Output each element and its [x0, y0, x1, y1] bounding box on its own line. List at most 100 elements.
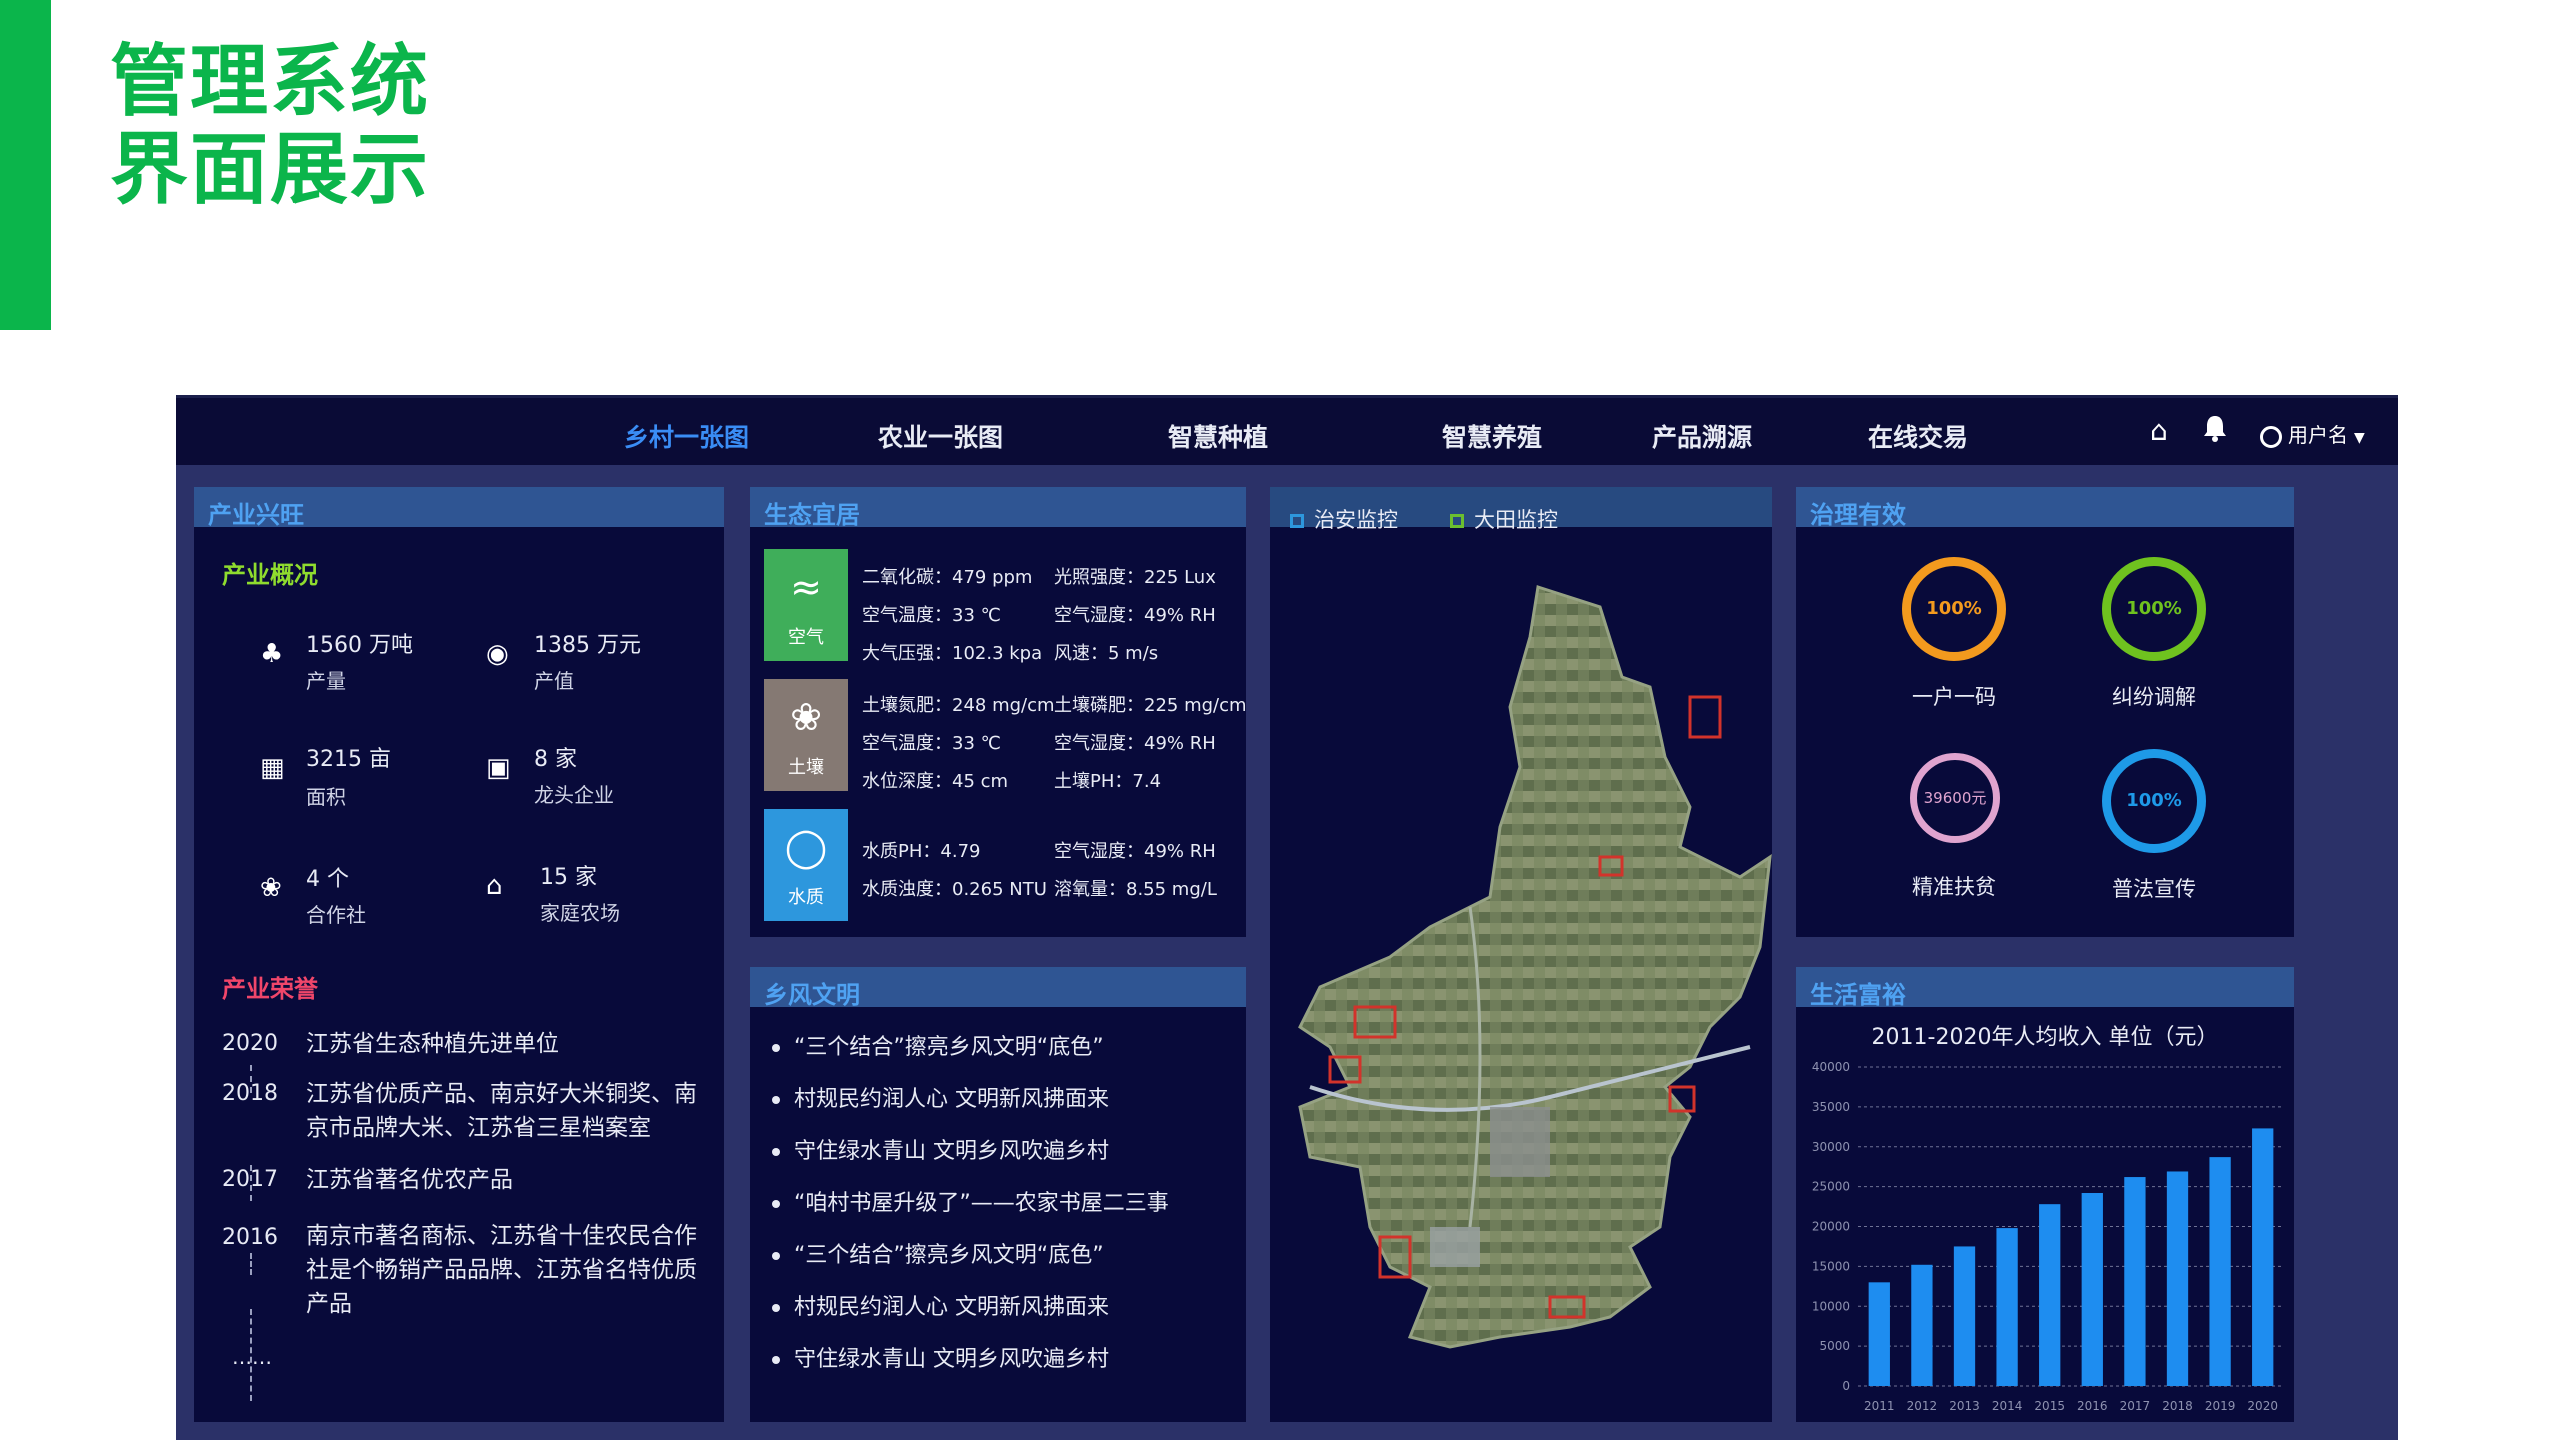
- stat-value: 1385 万元: [534, 633, 641, 658]
- stat-label: 合作社: [306, 903, 366, 927]
- top-nav: 乡村一张图 农业一张图 智慧种植 智慧养殖 产品溯源 在线交易 ⌂ 用户名 ▼: [176, 395, 2398, 465]
- panel-culture: 乡风文明 “三个结合”擦亮乡风文明“底色” 村规民约润人心 文明新风拂面来 守住…: [750, 967, 1246, 1422]
- bar-2014[interactable]: [1996, 1228, 2018, 1386]
- stat-value: 3215 亩: [306, 747, 391, 772]
- ring-value: 100%: [2126, 598, 2182, 619]
- honor-text: 江苏省著名优农产品: [306, 1167, 513, 1193]
- sprout-icon: ❀: [790, 695, 822, 739]
- bar-2020[interactable]: [2252, 1128, 2274, 1386]
- stat-value: 8 家: [534, 747, 577, 772]
- eco-value: 水质PH：4.79: [862, 841, 981, 862]
- honor-year: 2020: [222, 1031, 278, 1056]
- farm-house-icon: ⌂: [486, 871, 503, 901]
- stat-value: 4 个: [306, 867, 349, 892]
- bar-2013[interactable]: [1953, 1246, 1976, 1386]
- nav-item-village-map[interactable]: 乡村一张图: [624, 418, 749, 454]
- nav-item-smart-breeding[interactable]: 智慧养殖: [1442, 418, 1542, 454]
- panel-industry: 产业兴旺 产业概况 ♣ 1560 万吨 产量 ◉ 1385 万元 产值 ▦ 32…: [194, 487, 724, 1422]
- ring-label: 一户一码: [1912, 685, 1996, 709]
- panel-header: 生活富裕: [1796, 967, 2294, 1009]
- honor-year: 2016: [222, 1225, 278, 1250]
- culture-list-item[interactable]: “三个结合”擦亮乡风文明“底色”: [772, 1237, 1104, 1269]
- bar-2015[interactable]: [2039, 1204, 2061, 1386]
- bar-2017[interactable]: [2124, 1177, 2146, 1386]
- culture-list-item[interactable]: 村规民约润人心 文明新风拂面来: [772, 1289, 1109, 1321]
- stat-label: 家庭农场: [540, 901, 620, 925]
- eco-value: 空气温度：33 ℃: [862, 733, 1001, 754]
- y-tick-label: 15000: [1812, 1259, 1850, 1273]
- ring-poverty-alleviation: 39600元: [1910, 753, 2000, 843]
- bar-2012[interactable]: [1911, 1264, 1933, 1386]
- user-name: 用户名: [2288, 423, 2348, 447]
- user-menu[interactable]: 用户名 ▼: [2260, 419, 2365, 448]
- panel-governance: 治理有效 100% 一户一码 100% 纠纷调解 39600元 精准扶贫 100…: [1796, 487, 2294, 937]
- panel-header: 治理有效: [1796, 487, 2294, 529]
- timeline-line: [250, 1253, 252, 1275]
- nav-item-smart-planting[interactable]: 智慧种植: [1168, 418, 1268, 454]
- dashboard-screenshot: 乡村一张图 农业一张图 智慧种植 智慧养殖 产品溯源 在线交易 ⌂ 用户名 ▼ 产…: [176, 395, 2398, 1440]
- eco-air-box: ≈ 空气: [764, 549, 848, 661]
- bar-2019[interactable]: [2209, 1157, 2231, 1386]
- bullet: [772, 1096, 780, 1104]
- x-tick-label: 2015: [2034, 1399, 2065, 1413]
- bullet: [772, 1148, 780, 1156]
- ring-law-education: 100%: [2102, 749, 2206, 853]
- slide-title-line1: 管理系统: [110, 37, 431, 127]
- eco-value: 二氧化碳：479 ppm: [862, 567, 1033, 588]
- eco-value: 土壤磷肥：225 mg/cm: [1054, 695, 1247, 716]
- culture-item-text: 村规民约润人心 文明新风拂面来: [794, 1295, 1109, 1320]
- money-icon: ◉: [486, 639, 509, 669]
- culture-list-item[interactable]: 村规民约润人心 文明新风拂面来: [772, 1081, 1109, 1113]
- bullet: [772, 1356, 780, 1364]
- y-tick-label: 30000: [1812, 1140, 1850, 1154]
- honor-year: 2018: [222, 1081, 278, 1106]
- chart-title: 2011-2020年人均收入 单位（元）: [1871, 1025, 2219, 1050]
- panel-wealth: 生活富裕 2011-2020年人均收入 单位（元） 0 5000 10000 1500…: [1796, 967, 2294, 1422]
- panel-header: 乡风文明: [750, 967, 1246, 1009]
- eco-value: 空气湿度：49% RH: [1054, 733, 1216, 754]
- panel-title: 产业兴旺: [208, 501, 304, 529]
- chevron-down-icon: ▼: [2354, 430, 2365, 446]
- map-icon: ▦: [260, 753, 285, 783]
- culture-list-item[interactable]: 守住绿水青山 文明乡风吹遍乡村: [772, 1341, 1109, 1373]
- y-tick-label: 10000: [1812, 1299, 1850, 1313]
- panel-title: 治理有效: [1810, 501, 1906, 529]
- culture-item-text: “咱村书屋升级了”——农家书屋二三事: [794, 1191, 1169, 1216]
- culture-list-item[interactable]: “三个结合”擦亮乡风文明“底色”: [772, 1029, 1104, 1061]
- bell-icon[interactable]: [2202, 414, 2228, 449]
- satellite-map[interactable]: [1270, 527, 1772, 1422]
- culture-list-item[interactable]: “咱村书屋升级了”——农家书屋二三事: [772, 1185, 1169, 1217]
- stat-label: 龙头企业: [534, 783, 614, 807]
- nav-item-product-trace[interactable]: 产品溯源: [1652, 418, 1752, 454]
- panel-ecology: 生态宜居 ≈ 空气 二氧化碳：479 ppm 光照强度：225 Lux 空气温度…: [750, 487, 1247, 937]
- x-tick-label: 2011: [1864, 1399, 1895, 1413]
- tab-marker: [1290, 514, 1304, 528]
- stat-label: 产值: [534, 669, 574, 693]
- eco-label: 水质: [788, 887, 824, 908]
- x-tick-label: 2019: [2205, 1399, 2236, 1413]
- slide-title: 管理系统 界面展示: [110, 38, 430, 214]
- nav-item-agriculture-map[interactable]: 农业一张图: [878, 418, 1003, 454]
- ring-label: 纠纷调解: [2112, 685, 2196, 709]
- y-tick-label: 35000: [1812, 1100, 1850, 1114]
- bar-2018[interactable]: [2166, 1171, 2189, 1386]
- ring-value: 39600元: [1923, 789, 1987, 807]
- bar-2016[interactable]: [2081, 1193, 2103, 1386]
- eco-label: 土壤: [788, 757, 824, 778]
- panel-title: 生态宜居: [764, 501, 860, 529]
- culture-item-text: “三个结合”擦亮乡风文明“底色”: [794, 1243, 1104, 1268]
- eco-value: 水质浊度：0.265 NTU: [862, 879, 1047, 900]
- bar-2011[interactable]: [1868, 1282, 1890, 1386]
- ring-dispute-mediation: 100%: [2102, 557, 2206, 661]
- bullet: [772, 1252, 780, 1260]
- home-icon[interactable]: ⌂: [2150, 414, 2168, 447]
- x-tick-label: 2013: [1949, 1399, 1980, 1413]
- eco-value: 大气压强：102.3 kpa: [862, 643, 1043, 664]
- ring-household-code: 100%: [1902, 557, 2006, 661]
- culture-item-text: 守住绿水青山 文明乡风吹遍乡村: [794, 1347, 1109, 1372]
- culture-list-item[interactable]: 守住绿水青山 文明乡风吹遍乡村: [772, 1133, 1109, 1165]
- nav-item-online-trade[interactable]: 在线交易: [1868, 418, 1968, 454]
- slide: 管理系统 界面展示 乡村一张图 农业一张图 智慧种植 智慧养殖 产品溯源 在线交…: [0, 0, 2560, 1440]
- bullet: [772, 1044, 780, 1052]
- eco-water-box: ◯ 水质: [764, 809, 848, 921]
